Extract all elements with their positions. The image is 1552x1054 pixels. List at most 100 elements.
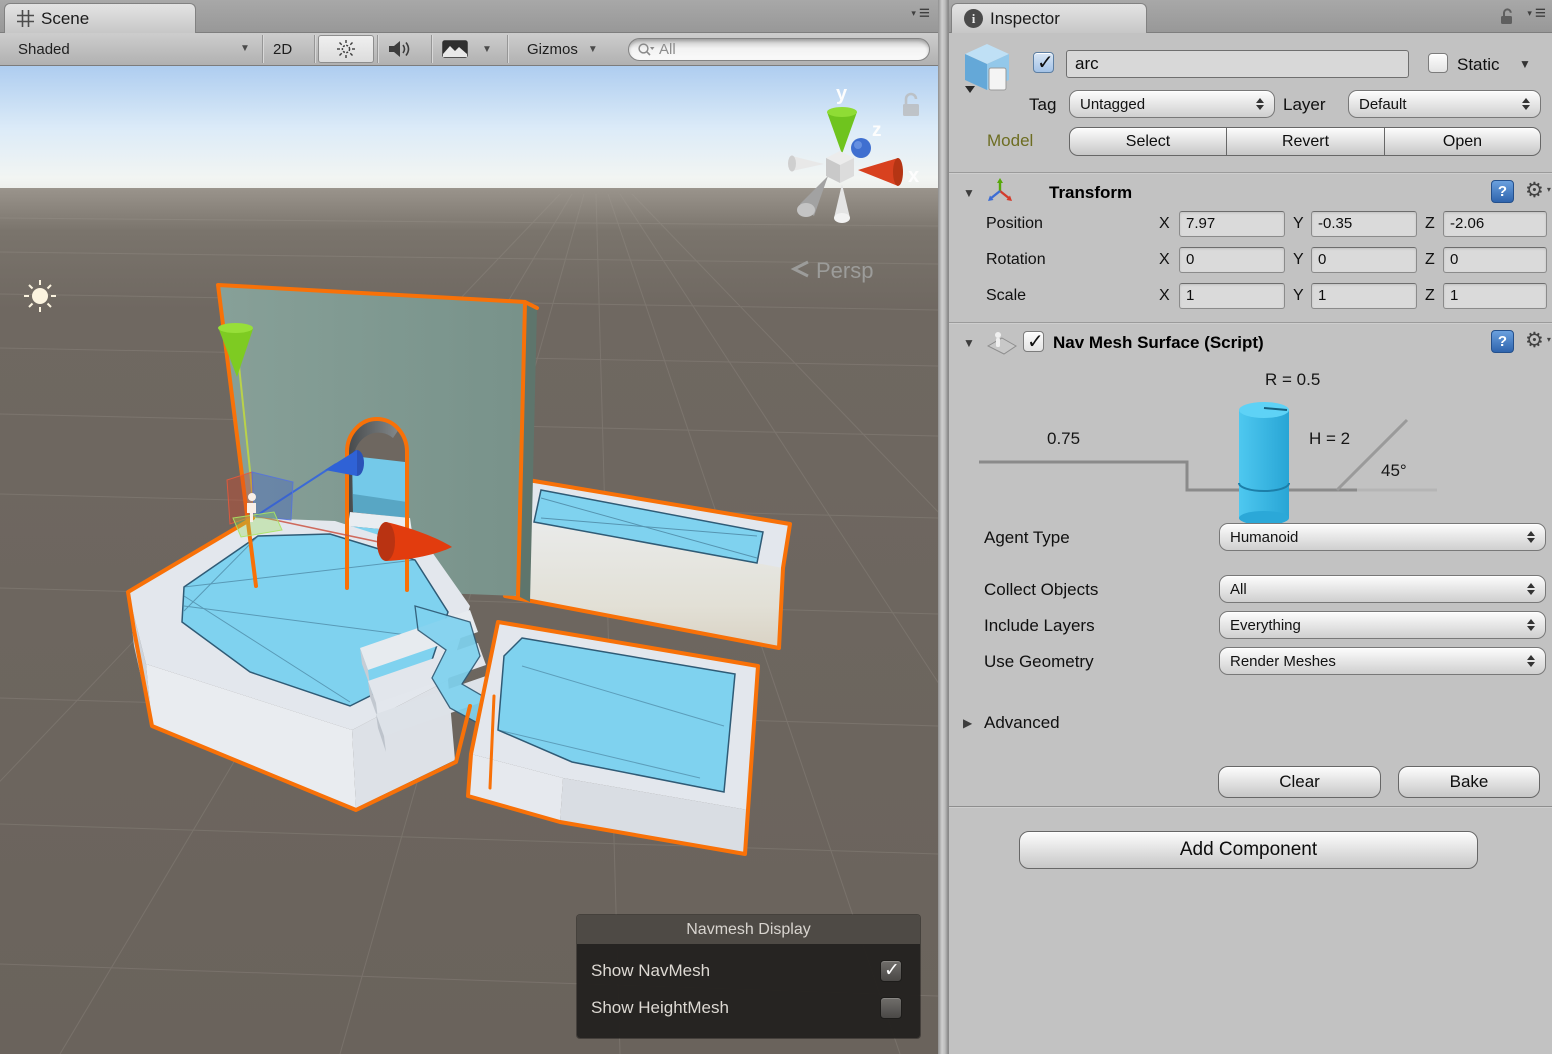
tab-scene[interactable]: Scene: [4, 3, 196, 33]
axis-x-label: X: [1159, 287, 1170, 304]
position-x-field[interactable]: 7.97: [1179, 211, 1285, 237]
updown-arrows-icon: [1256, 98, 1264, 110]
hamburger-menu-icon: ≡: [1534, 2, 1546, 24]
gameobject-name-field[interactable]: arc: [1066, 50, 1409, 78]
collect-objects-dropdown[interactable]: All: [1219, 575, 1546, 603]
model-revert-button[interactable]: Revert: [1227, 127, 1385, 156]
scene-tabbar: Scene ▾ ≡: [0, 0, 938, 33]
tag-dropdown[interactable]: Untagged: [1069, 90, 1275, 118]
shading-mode-label: Shaded: [18, 40, 70, 58]
scene-tab-label: Scene: [41, 8, 90, 28]
inspector-tabbar: i Inspector ▾ ≡: [949, 0, 1552, 33]
scene-effects-dropdown-button[interactable]: ▼: [442, 33, 492, 65]
position-z-value: -2.06: [1450, 215, 1485, 232]
navmesh-surface-enabled-checkbox[interactable]: [1023, 329, 1044, 354]
position-z-field[interactable]: -2.06: [1443, 211, 1547, 237]
bake-button[interactable]: Bake: [1398, 766, 1540, 798]
use-geometry-dropdown[interactable]: Render Meshes: [1219, 647, 1546, 675]
position-label: Position: [986, 215, 1043, 232]
scale-x-field[interactable]: 1: [1179, 283, 1285, 309]
navmesh-surface-foldout[interactable]: ▼: [963, 336, 975, 350]
model-select-button[interactable]: Select: [1069, 127, 1227, 156]
speaker-icon: [389, 41, 410, 57]
navmesh-surface-icon: [987, 332, 1017, 355]
sun-icon: [337, 40, 355, 58]
chevron-down-icon: ▾: [1527, 8, 1532, 18]
show-heightmesh-checkbox[interactable]: [880, 996, 902, 1019]
axis-z-label: Z: [1425, 215, 1435, 232]
gizmos-dropdown[interactable]: Gizmos ▼: [527, 33, 598, 65]
tag-label: Tag: [1029, 95, 1057, 114]
scene-lighting-toggle-button[interactable]: [318, 35, 374, 63]
collect-objects-value: All: [1230, 580, 1247, 598]
scene-3d-render: y z x Persp: [0, 66, 938, 1054]
panel-splitter[interactable]: [938, 0, 948, 1054]
use-geometry-value: Render Meshes: [1230, 652, 1336, 670]
chevron-down-icon: ▼: [482, 43, 492, 55]
layer-value: Default: [1359, 95, 1407, 113]
toolbar-divider: [262, 35, 263, 63]
model-open-button[interactable]: Open: [1385, 127, 1541, 156]
rotation-x-field[interactable]: 0: [1179, 247, 1285, 273]
updown-arrows-icon: [1527, 619, 1535, 631]
clear-button[interactable]: Clear: [1218, 766, 1381, 798]
image-effects-icon: [442, 40, 468, 58]
rotation-y-value: 0: [1318, 251, 1327, 268]
scene-search-input[interactable]: All: [628, 38, 930, 61]
rotation-z-field[interactable]: 0: [1443, 247, 1547, 273]
model-revert-label: Revert: [1281, 132, 1330, 150]
scene-toolbar: Shaded ▼ 2D ▼ Gizmos ▼ All: [0, 33, 938, 66]
scene-audio-toggle-button[interactable]: [387, 33, 413, 65]
agent-type-dropdown[interactable]: Humanoid: [1219, 523, 1546, 551]
show-navmesh-label: Show NavMesh: [591, 960, 711, 980]
show-navmesh-checkbox[interactable]: [880, 959, 902, 982]
scale-y-field[interactable]: 1: [1311, 283, 1417, 309]
model-select-label: Select: [1125, 132, 1171, 150]
tab-inspector[interactable]: i Inspector: [951, 3, 1147, 33]
gameobject-active-checkbox[interactable]: [1033, 50, 1054, 75]
diagram-height-label: H = 2: [1309, 429, 1351, 448]
axis-z-label: Z: [1425, 287, 1435, 304]
gear-icon[interactable]: ⚙: [1525, 329, 1551, 351]
scene-viewport[interactable]: y z x Persp Navmesh Display Show NavMesh…: [0, 66, 938, 1054]
2d-toggle-button[interactable]: 2D: [273, 33, 292, 65]
rotation-x-value: 0: [1186, 251, 1195, 268]
show-navmesh-row[interactable]: Show NavMesh: [591, 952, 908, 989]
prefab-model-icon[interactable]: [961, 42, 1013, 98]
transform-foldout[interactable]: ▼: [963, 186, 975, 200]
help-icon[interactable]: ?: [1491, 330, 1514, 353]
gizmo-z-sphere[interactable]: [851, 138, 871, 158]
static-dropdown-icon[interactable]: ▼: [1519, 57, 1531, 71]
chevron-down-icon: ▼: [587, 43, 598, 55]
help-icon[interactable]: ?: [1491, 180, 1514, 203]
include-layers-dropdown[interactable]: Everything: [1219, 611, 1546, 639]
component-divider: [949, 172, 1552, 173]
add-component-button[interactable]: Add Component: [1019, 831, 1478, 869]
lock-icon[interactable]: [1500, 8, 1514, 25]
layer-label: Layer: [1283, 95, 1326, 114]
clear-button-label: Clear: [1279, 772, 1320, 791]
inspector-panel-menu[interactable]: ▾ ≡: [1527, 2, 1546, 24]
updown-arrows-icon: [1527, 583, 1535, 595]
2d-toggle-label: 2D: [273, 40, 293, 58]
scale-z-field[interactable]: 1: [1443, 283, 1547, 309]
position-y-field[interactable]: -0.35: [1311, 211, 1417, 237]
scene-panel-menu[interactable]: ▾ ≡: [911, 4, 930, 23]
layer-dropdown[interactable]: Default: [1348, 90, 1541, 118]
search-placeholder: All: [659, 41, 676, 58]
shading-mode-dropdown[interactable]: Shaded: [18, 33, 70, 65]
gizmo-x-label: x: [908, 165, 919, 187]
component-divider: [949, 322, 1552, 323]
gizmos-label: Gizmos: [527, 40, 578, 58]
rotation-y-field[interactable]: 0: [1311, 247, 1417, 273]
static-checkbox[interactable]: [1428, 53, 1448, 73]
toolbar-divider: [507, 35, 508, 63]
component-divider: [949, 806, 1552, 807]
show-heightmesh-row[interactable]: Show HeightMesh: [591, 989, 908, 1026]
tag-value: Untagged: [1080, 95, 1146, 113]
scale-y-value: 1: [1318, 287, 1327, 304]
advanced-foldout[interactable]: ▶: [963, 716, 972, 730]
gizmo-z-label: z: [872, 120, 882, 141]
include-layers-label: Include Layers: [984, 616, 1095, 635]
gear-icon[interactable]: ⚙: [1525, 179, 1551, 201]
